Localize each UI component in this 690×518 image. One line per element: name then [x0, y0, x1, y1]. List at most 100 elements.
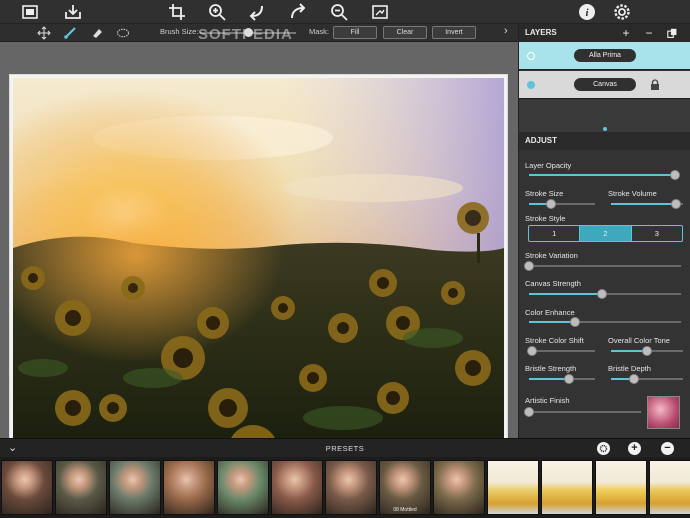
- slider-knob[interactable]: [524, 261, 534, 271]
- zoom-out-icon[interactable]: [329, 2, 349, 22]
- bristle-strength-slider[interactable]: [529, 374, 595, 384]
- preset-thumbnail[interactable]: [433, 460, 485, 515]
- bristle-depth-slider[interactable]: [611, 374, 683, 384]
- slider-knob[interactable]: [545, 199, 556, 209]
- slider-knob[interactable]: [569, 317, 580, 327]
- slider-fill: [529, 378, 569, 380]
- preset-thumbnail[interactable]: [55, 460, 107, 515]
- color-enhance-slider[interactable]: [529, 317, 681, 327]
- stroke-color-shift-label: Stroke Color Shift: [525, 336, 584, 345]
- artistic-finish-slider[interactable]: [524, 407, 641, 417]
- watermark-text: SOFTPEDIA: [198, 26, 293, 43]
- move-tool-icon[interactable]: [36, 25, 52, 41]
- panel-drag-handle[interactable]: [603, 127, 607, 131]
- layer-row-alla-prima[interactable]: Alla Prima: [519, 42, 690, 70]
- preset-thumbnail[interactable]: [109, 460, 161, 515]
- duplicate-layer-icon[interactable]: [665, 26, 679, 40]
- slider-fill: [611, 203, 676, 205]
- layers-title: LAYERS: [525, 28, 557, 37]
- preset-thumbnail[interactable]: [325, 460, 377, 515]
- preset-thumbnail[interactable]: [163, 460, 215, 515]
- chevron-right-icon[interactable]: ›: [504, 25, 508, 37]
- layer-opacity-slider[interactable]: [529, 170, 680, 180]
- open-image-icon[interactable]: [20, 2, 40, 22]
- painted-photo[interactable]: [10, 75, 507, 447]
- stroke-style-option-1[interactable]: 1: [529, 226, 581, 241]
- preset-thumbnail[interactable]: [1, 460, 53, 515]
- stroke-color-shift-slider[interactable]: [527, 346, 595, 356]
- eraser-tool-icon[interactable]: [89, 25, 105, 41]
- preset-thumbnail[interactable]: [541, 460, 593, 515]
- layer-opacity-label: Layer Opacity: [525, 161, 572, 170]
- stroke-variation-label: Stroke Variation: [525, 251, 578, 260]
- preset-thumbnail[interactable]: [487, 460, 539, 515]
- slider-knob[interactable]: [524, 407, 534, 417]
- brush-size-label: Brush Size:: [160, 27, 199, 36]
- preset-thumbnail[interactable]: [649, 460, 690, 515]
- settings-gear-icon[interactable]: [612, 2, 632, 22]
- preset-thumbnail[interactable]: 08 Mottled: [379, 460, 431, 515]
- color-enhance-label: Color Enhance: [525, 308, 575, 317]
- layer-name: Canvas: [574, 78, 636, 91]
- slider-knob[interactable]: [596, 289, 607, 299]
- slider-fill: [529, 321, 575, 323]
- canvas-strength-slider[interactable]: [529, 289, 681, 299]
- stroke-style-selector[interactable]: 1 2 3: [528, 225, 683, 242]
- remove-layer-icon[interactable]: −: [642, 26, 656, 40]
- clear-mask-button[interactable]: Clear: [383, 26, 427, 39]
- overall-color-tone-slider[interactable]: [611, 346, 683, 356]
- lasso-tool-icon[interactable]: [115, 25, 131, 41]
- stroke-style-label: Stroke Style: [525, 214, 566, 223]
- invert-mask-button[interactable]: Invert: [432, 26, 476, 39]
- info-icon[interactable]: i: [577, 2, 597, 22]
- stroke-volume-label: Stroke Volume: [608, 189, 657, 198]
- app-window: i Brush Size: Mask: Fill Clear Invert ›: [0, 0, 690, 518]
- slider-knob[interactable]: [669, 170, 680, 180]
- undo-icon[interactable]: [247, 2, 267, 22]
- stroke-volume-slider[interactable]: [611, 199, 683, 209]
- artistic-finish-texture-swatch[interactable]: [647, 396, 680, 429]
- fit-to-screen-icon[interactable]: [370, 2, 390, 22]
- canvas-area[interactable]: [0, 42, 518, 447]
- adjust-header: ADJUST: [519, 132, 690, 150]
- add-layer-icon[interactable]: +: [619, 26, 633, 40]
- stroke-style-option-3[interactable]: 3: [632, 226, 682, 241]
- slider-knob[interactable]: [642, 346, 652, 356]
- stroke-style-option-2[interactable]: 2: [580, 226, 632, 241]
- layer-visibility-dot[interactable]: [527, 81, 535, 89]
- preset-thumbnail[interactable]: [595, 460, 647, 515]
- slider-knob[interactable]: [629, 374, 640, 384]
- top-toolbar: i: [0, 0, 690, 24]
- layer-row-canvas[interactable]: Canvas: [519, 71, 690, 99]
- overall-color-tone-label: Overall Color Tone: [608, 336, 670, 345]
- presets-title: PRESETS: [325, 444, 365, 453]
- crop-icon[interactable]: [167, 2, 187, 22]
- layer-name: Alla Prima: [574, 49, 636, 62]
- slider-knob[interactable]: [670, 199, 681, 209]
- redo-icon[interactable]: [288, 2, 308, 22]
- artistic-finish-label: Artistic Finish: [525, 396, 570, 405]
- remove-preset-icon[interactable]: −: [661, 442, 674, 455]
- zoom-in-icon[interactable]: [207, 2, 227, 22]
- save-icon[interactable]: [63, 2, 83, 22]
- adjust-title: ADJUST: [525, 136, 558, 145]
- bristle-strength-label: Bristle Strength: [525, 364, 577, 373]
- preset-thumbnail-label: 08 Mottled: [393, 507, 417, 513]
- right-panel: LAYERS + − Alla Prima Canvas ADJUST Laye…: [518, 24, 690, 438]
- slider-knob[interactable]: [563, 374, 574, 384]
- canvas-strength-label: Canvas Strength: [525, 279, 581, 288]
- fill-mask-button[interactable]: Fill: [333, 26, 377, 39]
- stroke-size-slider[interactable]: [529, 199, 595, 209]
- brush-tool-icon[interactable]: [62, 25, 78, 41]
- presets-browse-icon[interactable]: [597, 442, 610, 455]
- sunflower-field-image: [13, 78, 504, 444]
- layers-header: LAYERS + −: [519, 24, 690, 42]
- preset-thumbnail[interactable]: [217, 460, 269, 515]
- slider-fill: [529, 293, 602, 295]
- add-preset-icon[interactable]: +: [628, 442, 641, 455]
- slider-knob[interactable]: [527, 346, 538, 356]
- lock-icon[interactable]: [650, 79, 660, 91]
- preset-thumbnail[interactable]: [271, 460, 323, 515]
- stroke-variation-slider[interactable]: [524, 261, 681, 271]
- layer-visibility-dot[interactable]: [527, 52, 535, 60]
